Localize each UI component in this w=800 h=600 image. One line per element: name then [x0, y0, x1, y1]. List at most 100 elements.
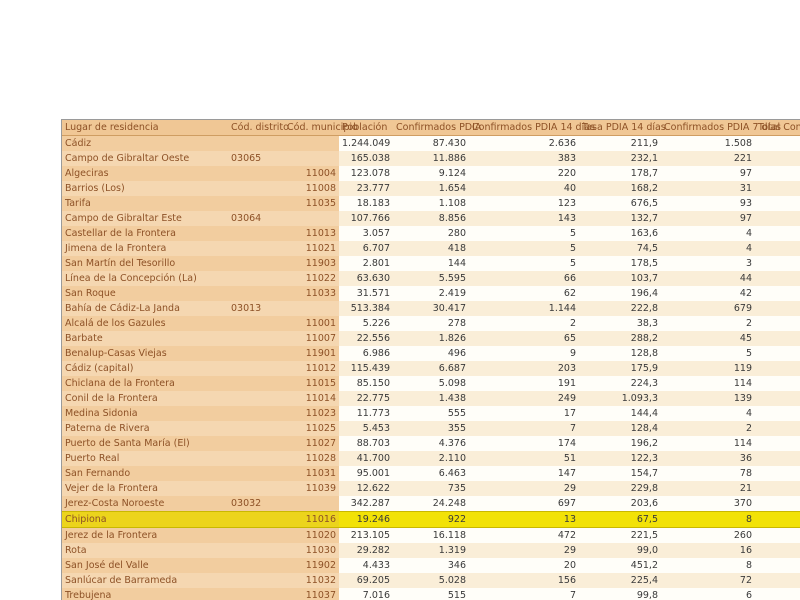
- table-row[interactable]: Jerez-Costa Noroeste03032342.28724.24869…: [62, 496, 800, 512]
- municipality-code: 11004: [284, 166, 339, 181]
- residence-name: San Martín del Tesorillo: [62, 256, 228, 271]
- total-confirmed-value: [755, 528, 800, 544]
- table-row[interactable]: Paterna de Rivera110255.4533557128,42: [62, 421, 800, 436]
- residence-name: San José del Valle: [62, 558, 228, 573]
- total-confirmed-value: [755, 376, 800, 391]
- municipality-code: 11031: [284, 466, 339, 481]
- population-value: 7.016: [339, 588, 393, 600]
- population-value: 95.001: [339, 466, 393, 481]
- table-row[interactable]: Alcalá de los Gazules110015.226278238,32: [62, 316, 800, 331]
- confirmed-pdia-7d-value: 97: [661, 211, 755, 226]
- column-header-confirmados_pdia_7d[interactable]: Confirmados PDIA 7 días: [661, 120, 755, 136]
- table-row[interactable]: Puerto de Santa María (El)1102788.7034.3…: [62, 436, 800, 451]
- table-row[interactable]: Medina Sidonia1102311.77355517144,44: [62, 406, 800, 421]
- residence-name: Rota: [62, 543, 228, 558]
- district-code: 03032: [228, 496, 284, 512]
- confirmed-pdia-14d-value: 220: [469, 166, 579, 181]
- total-confirmed-value: [755, 496, 800, 512]
- municipality-code: 11015: [284, 376, 339, 391]
- confirmed-pdia-14d-value: 472: [469, 528, 579, 544]
- table-row[interactable]: Conil de la Frontera1101422.7751.4382491…: [62, 391, 800, 406]
- total-confirmed-value: [755, 316, 800, 331]
- rate-pdia-14d-value: 128,4: [579, 421, 661, 436]
- confirmed-pdia-value: 1.108: [393, 196, 469, 211]
- district-code: [228, 196, 284, 211]
- municipality-code: 11013: [284, 226, 339, 241]
- table-row[interactable]: Puerto Real1102841.7002.11051122,336: [62, 451, 800, 466]
- district-code: [228, 226, 284, 241]
- table-row[interactable]: Barrios (Los)1100823.7771.65440168,231: [62, 181, 800, 196]
- table-row[interactable]: Jimena de la Frontera110216.707418574,54: [62, 241, 800, 256]
- table-row[interactable]: Rota1103029.2821.3192999,016: [62, 543, 800, 558]
- confirmed-pdia-14d-value: 143: [469, 211, 579, 226]
- column-header-confirmados_pdia_14d[interactable]: Confirmados PDIA 14 días: [469, 120, 579, 136]
- population-value: 41.700: [339, 451, 393, 466]
- residence-name: Jerez-Costa Noroeste: [62, 496, 228, 512]
- column-header-confirmados_pdia[interactable]: Confirmados PDIA: [393, 120, 469, 136]
- district-code: [228, 361, 284, 376]
- municipality-code: 11012: [284, 361, 339, 376]
- total-confirmed-value: [755, 406, 800, 421]
- confirmed-pdia-7d-value: 16: [661, 543, 755, 558]
- confirmed-pdia-value: 9.124: [393, 166, 469, 181]
- table-row[interactable]: Línea de la Concepción (La)1102263.6305.…: [62, 271, 800, 286]
- column-header-poblacion[interactable]: Población: [339, 120, 393, 136]
- column-header-municipio[interactable]: Cód. municipio: [284, 120, 339, 136]
- municipality-code: 11023: [284, 406, 339, 421]
- rate-pdia-14d-value: 224,3: [579, 376, 661, 391]
- table-row[interactable]: Algeciras11004123.0789.124220178,797: [62, 166, 800, 181]
- population-value: 213.105: [339, 528, 393, 544]
- rate-pdia-14d-value: 196,4: [579, 286, 661, 301]
- table-row[interactable]: Jerez de la Frontera11020213.10516.11847…: [62, 528, 800, 544]
- residence-data-table-viewport: Lugar de residenciaCód. distritoCód. mun…: [61, 119, 800, 600]
- table-row[interactable]: Castellar de la Frontera110133.057280516…: [62, 226, 800, 241]
- table-row[interactable]: San Martín del Tesorillo119032.801144517…: [62, 256, 800, 271]
- rate-pdia-14d-value: 67,5: [579, 512, 661, 528]
- residence-name: Bahía de Cádiz-La Janda: [62, 301, 228, 316]
- confirmed-pdia-14d-value: 383: [469, 151, 579, 166]
- rate-pdia-14d-value: 225,4: [579, 573, 661, 588]
- table-row[interactable]: Cádiz (capital)11012115.4396.687203175,9…: [62, 361, 800, 376]
- table-row[interactable]: Vejer de la Frontera1103912.62273529229,…: [62, 481, 800, 496]
- confirmed-pdia-14d-value: 9: [469, 346, 579, 361]
- municipality-code: 11021: [284, 241, 339, 256]
- population-value: 18.183: [339, 196, 393, 211]
- residence-name: Jerez de la Frontera: [62, 528, 228, 544]
- table-row[interactable]: San José del Valle119024.43334620451,28: [62, 558, 800, 573]
- table-row[interactable]: Bahía de Cádiz-La Janda03013513.38430.41…: [62, 301, 800, 316]
- total-confirmed-value: [755, 436, 800, 451]
- table-row[interactable]: San Fernando1103195.0016.463147154,778: [62, 466, 800, 481]
- total-confirmed-value: [755, 451, 800, 466]
- rate-pdia-14d-value: 175,9: [579, 361, 661, 376]
- table-row[interactable]: Chiclana de la Frontera1101585.1505.0981…: [62, 376, 800, 391]
- table-row[interactable]: Benalup-Casas Viejas119016.9864969128,85: [62, 346, 800, 361]
- district-code: 03013: [228, 301, 284, 316]
- column-header-tasa_pdia_14d[interactable]: Tasa PDIA 14 días: [579, 120, 661, 136]
- confirmed-pdia-14d-value: 13: [469, 512, 579, 528]
- residence-name: Cádiz: [62, 136, 228, 152]
- table-row[interactable]: Campo de Gibraltar Oeste03065165.03811.8…: [62, 151, 800, 166]
- district-code: [228, 451, 284, 466]
- table-row-selected[interactable]: Chipiona1101619.2469221367,58: [62, 512, 800, 528]
- table-row[interactable]: Trebujena110377.016515799,86: [62, 588, 800, 600]
- column-header-distrito[interactable]: Cód. distrito: [228, 120, 284, 136]
- confirmed-pdia-14d-value: 5: [469, 226, 579, 241]
- table-row[interactable]: Barbate1100722.5561.82665288,245: [62, 331, 800, 346]
- population-value: 342.287: [339, 496, 393, 512]
- table-row[interactable]: Sanlúcar de Barrameda1103269.2055.028156…: [62, 573, 800, 588]
- table-row[interactable]: Campo de Gibraltar Este03064107.7668.856…: [62, 211, 800, 226]
- confirmed-pdia-value: 30.417: [393, 301, 469, 316]
- population-value: 115.439: [339, 361, 393, 376]
- column-header-name[interactable]: Lugar de residencia: [62, 120, 228, 136]
- district-code: [228, 136, 284, 152]
- confirmed-pdia-value: 922: [393, 512, 469, 528]
- column-header-total_confirmados[interactable]: Total Confi: [755, 120, 800, 136]
- total-confirmed-value: [755, 196, 800, 211]
- district-code: [228, 241, 284, 256]
- district-code: [228, 286, 284, 301]
- table-row[interactable]: San Roque1103331.5712.41962196,442: [62, 286, 800, 301]
- total-confirmed-value: [755, 588, 800, 600]
- population-value: 123.078: [339, 166, 393, 181]
- table-row[interactable]: Tarifa1103518.1831.108123676,593: [62, 196, 800, 211]
- table-row[interactable]: Cádiz1.244.04987.4302.636211,91.508: [62, 136, 800, 152]
